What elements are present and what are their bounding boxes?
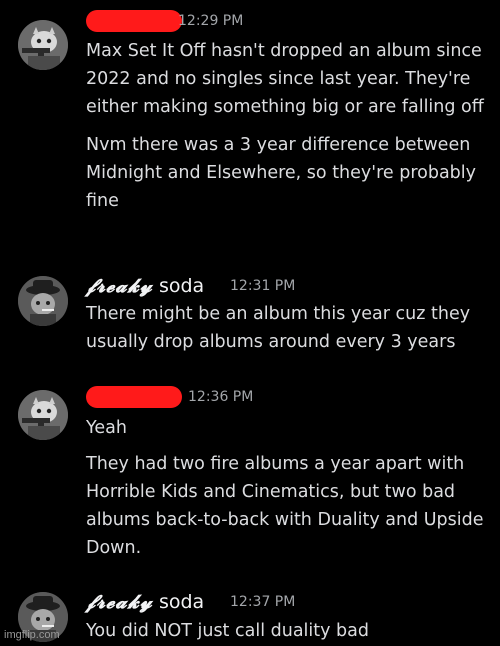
username-plain: soda	[158, 591, 205, 613]
username[interactable]: 𝓯𝓻𝓮𝓪𝓴𝔂 soda	[86, 275, 204, 297]
username[interactable]: 𝓯𝓻𝓮𝓪𝓴𝔂 soda	[86, 591, 204, 613]
avatar-cat-with-gun-icon[interactable]	[18, 20, 68, 70]
message-text: There might be an album this year cuz th…	[86, 300, 491, 356]
message-text: Max Set It Off hasn't dropped an album s…	[86, 37, 491, 215]
message-line: You did NOT just call duality bad	[86, 621, 369, 641]
username-plain: soda	[158, 275, 205, 297]
message-line: There might be an album this year cuz th…	[86, 304, 471, 352]
message-timestamp: 12:36 PM	[188, 389, 254, 405]
message-text: You did NOT just call duality bad	[86, 617, 491, 645]
message-timestamp: 12:37 PM	[230, 594, 296, 610]
avatar-cat-with-gun-icon[interactable]	[18, 390, 68, 440]
username-stylized: 𝓯𝓻𝓮𝓪𝓴𝔂	[86, 591, 153, 613]
message-timestamp: 12:31 PM	[230, 278, 296, 294]
watermark: imgflip.com	[4, 629, 60, 641]
message-line: Yeah	[86, 418, 127, 438]
redacted-username[interactable]	[86, 386, 182, 408]
username-stylized: 𝓯𝓻𝓮𝓪𝓴𝔂	[86, 275, 153, 297]
avatar-cat-with-hat-icon[interactable]	[18, 276, 68, 326]
message-line: They had two fire albums a year apart wi…	[86, 454, 484, 558]
message-line: Nvm there was a 3 year difference betwee…	[86, 135, 477, 211]
redacted-username[interactable]	[86, 10, 182, 32]
message-line: Max Set It Off hasn't dropped an album s…	[86, 41, 484, 117]
message-text: Yeah They had two fire albums a year apa…	[86, 414, 491, 562]
message-timestamp: 12:29 PM	[178, 13, 244, 29]
